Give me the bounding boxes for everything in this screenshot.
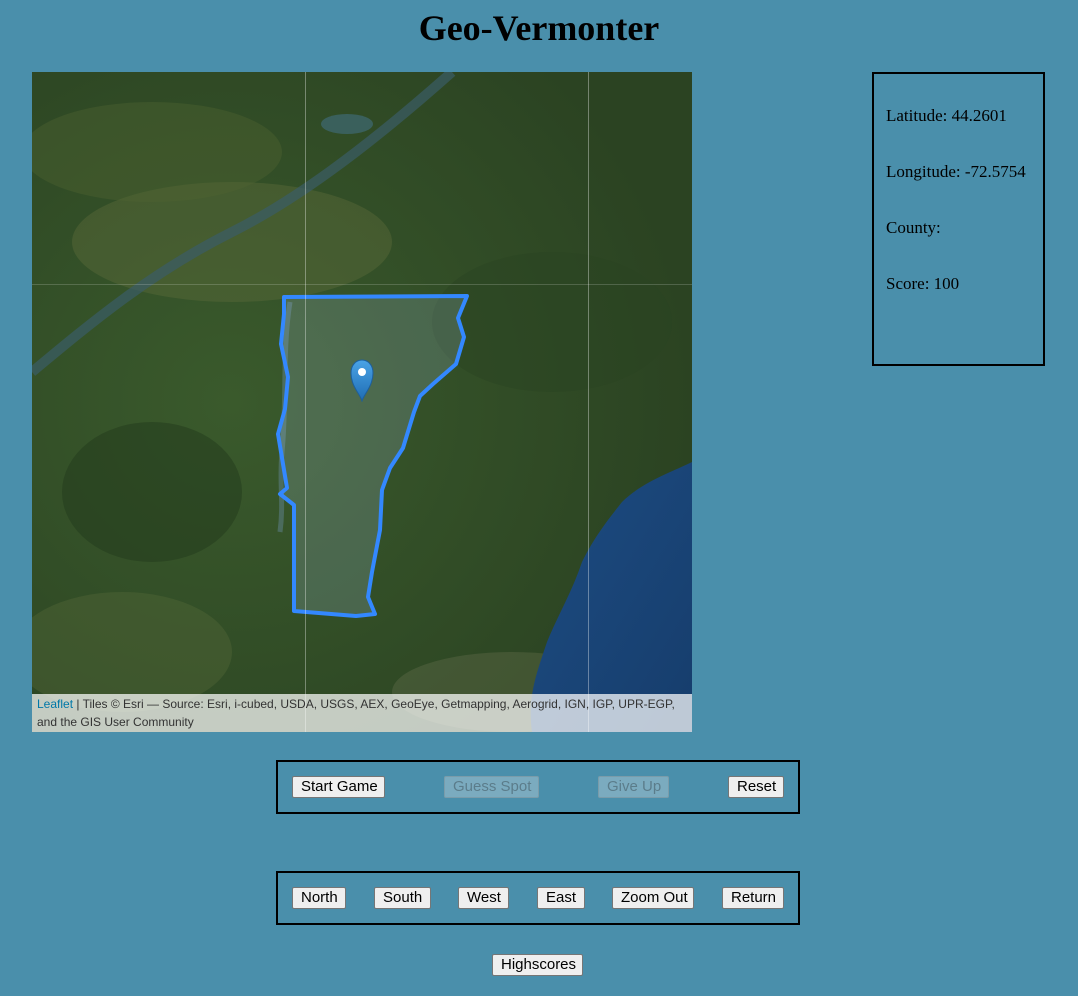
south-button[interactable]: South [374, 887, 431, 909]
satellite-imagery [32, 72, 692, 732]
tile-seam-vertical-2 [588, 72, 589, 732]
reset-button[interactable]: Reset [728, 776, 784, 798]
east-button[interactable]: East [537, 887, 585, 909]
give-up-button[interactable]: Give Up [598, 776, 669, 798]
score-readout: Score: 100 [886, 274, 960, 293]
zoom-out-button[interactable]: Zoom Out [612, 887, 694, 909]
map-pin-icon[interactable] [348, 358, 376, 402]
latitude-readout: Latitude: 44.2601 [886, 106, 1007, 125]
tile-seam-horizontal [32, 284, 692, 285]
highscores-button[interactable]: Highscores [492, 954, 583, 976]
navigation-controls: North South West East Zoom Out Return [276, 871, 800, 925]
attribution-text: | Tiles © Esri — Source: Esri, i-cubed, … [37, 697, 675, 729]
guess-spot-button[interactable]: Guess Spot [444, 776, 539, 798]
start-game-button[interactable]: Start Game [292, 776, 385, 798]
return-button[interactable]: Return [722, 887, 784, 909]
west-button[interactable]: West [458, 887, 509, 909]
county-readout: County: [886, 218, 941, 237]
north-button[interactable]: North [292, 887, 346, 909]
tile-seam-vertical-1 [305, 72, 306, 732]
map-attribution: Leaflet | Tiles © Esri — Source: Esri, i… [32, 694, 692, 732]
leaflet-link[interactable]: Leaflet [37, 697, 73, 711]
info-panel: Latitude: 44.2601 Longitude: -72.5754 Co… [872, 72, 1045, 366]
game-controls: Start Game Guess Spot Give Up Reset [276, 760, 800, 814]
longitude-readout: Longitude: -72.5754 [886, 162, 1026, 181]
page-title: Geo-Vermonter [418, 8, 660, 48]
satellite-map[interactable]: Leaflet | Tiles © Esri — Source: Esri, i… [32, 72, 692, 732]
